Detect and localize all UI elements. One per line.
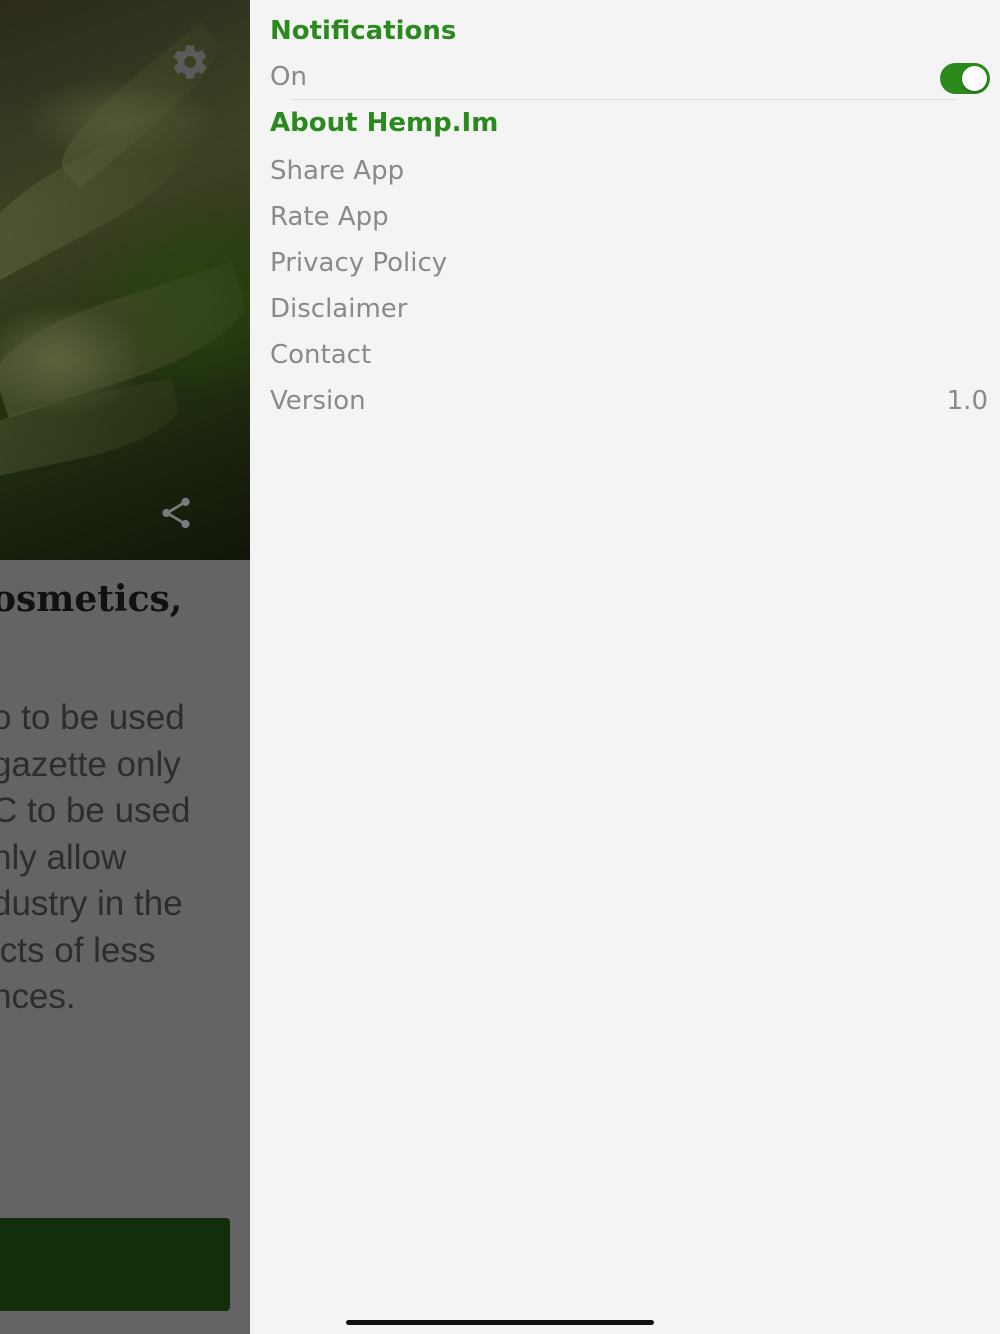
background-article-overlay[interactable]: osmetics, o to be used gazette only C to… — [0, 0, 250, 1334]
contact-item[interactable]: Contact — [270, 335, 988, 375]
article-line: nces. — [0, 977, 76, 1016]
rate-app-item[interactable]: Rate App — [270, 197, 988, 237]
share-app-item[interactable]: Share App — [270, 151, 988, 191]
article-line: C to be used — [0, 791, 191, 830]
hero-image — [0, 0, 250, 560]
disclaimer-label: Disclaimer — [270, 294, 408, 324]
share-app-label: Share App — [270, 156, 405, 186]
article-title: osmetics, — [0, 578, 183, 620]
article-line: dustry in the — [0, 884, 183, 923]
toggle-knob — [962, 66, 987, 91]
home-indicator[interactable] — [346, 1320, 654, 1325]
share-icon[interactable] — [155, 492, 197, 534]
bottom-action-bar[interactable] — [0, 1218, 230, 1311]
article-line: gazette only — [0, 744, 181, 784]
settings-drawer: Notifications On About Hemp.Im Share App… — [250, 0, 1000, 1334]
version-label: Version — [270, 386, 366, 416]
article-line: icts of less — [0, 930, 156, 970]
privacy-policy-item[interactable]: Privacy Policy — [270, 243, 988, 283]
version-value: 1.0 — [946, 386, 988, 416]
privacy-policy-label: Privacy Policy — [270, 248, 448, 278]
gear-icon[interactable] — [168, 40, 212, 84]
notifications-section-title: Notifications — [270, 16, 457, 46]
article-body: o to be used gazette only C to be used n… — [0, 695, 190, 1021]
rate-app-label: Rate App — [270, 202, 389, 232]
article-line: o to be used — [0, 698, 185, 737]
divider — [292, 99, 956, 100]
notifications-status-label: On — [270, 62, 307, 92]
app-screen: osmetics, o to be used gazette only C to… — [0, 0, 1000, 1334]
article-line: nly allow — [0, 837, 127, 877]
about-section-title: About Hemp.Im — [270, 108, 499, 138]
notifications-toggle[interactable] — [940, 63, 990, 94]
notifications-row: On — [270, 57, 930, 97]
version-row: Version 1.0 — [270, 381, 988, 421]
disclaimer-item[interactable]: Disclaimer — [270, 289, 988, 329]
contact-label: Contact — [270, 340, 372, 370]
